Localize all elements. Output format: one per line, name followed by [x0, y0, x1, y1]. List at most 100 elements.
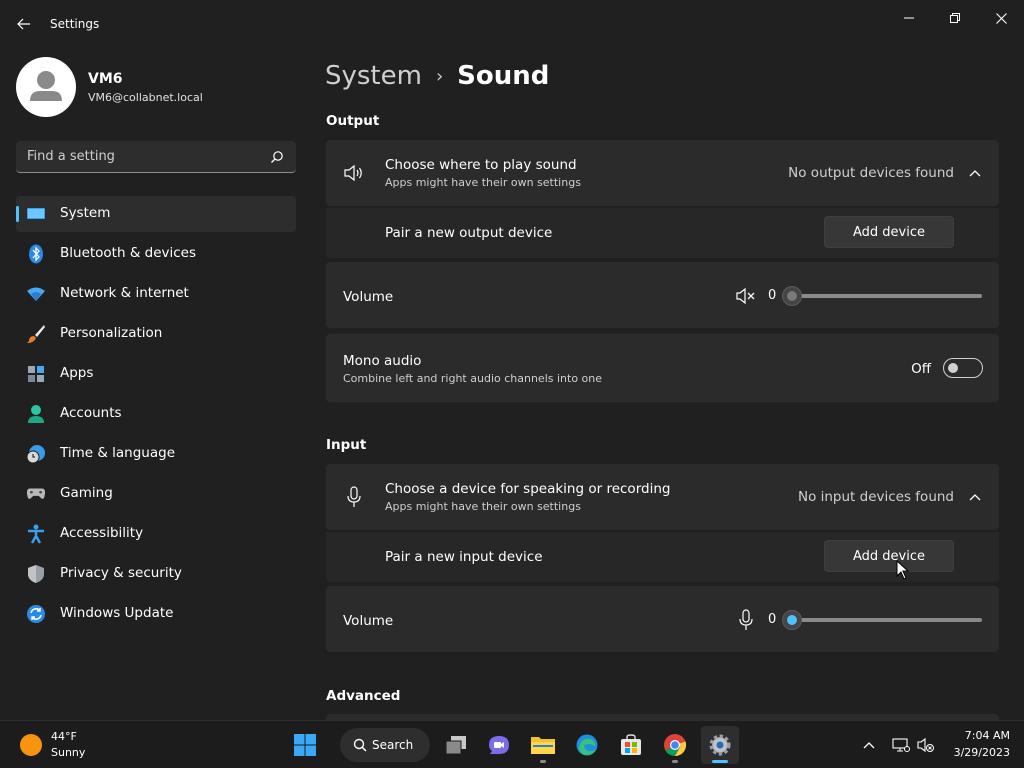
sidebar-item-label: Accessibility — [60, 525, 144, 541]
account-icon — [26, 404, 46, 424]
brush-icon — [26, 324, 46, 344]
sidebar-item-label: Bluetooth & devices — [60, 245, 197, 261]
task-view-icon — [445, 736, 466, 755]
task-view-button[interactable] — [437, 726, 475, 764]
search-icon[interactable] — [270, 150, 284, 164]
speaker-mute-icon[interactable] — [734, 284, 758, 308]
close-icon — [995, 12, 1007, 24]
sidebar-item-apps[interactable]: Apps — [16, 356, 296, 392]
sidebar-item-label: Privacy & security — [60, 565, 182, 581]
breadcrumb: System › Sound — [325, 58, 549, 94]
sidebar-item-gaming[interactable]: Gaming — [16, 476, 296, 512]
microphone-icon[interactable] — [734, 608, 758, 632]
sidebar-item-accessibility[interactable]: Accessibility — [16, 516, 296, 552]
mono-audio-title: Mono audio — [343, 353, 422, 369]
speaker-mute-icon — [917, 737, 934, 753]
output-volume-slider-thumb[interactable] — [782, 286, 802, 306]
restore-icon — [950, 13, 960, 23]
close-button[interactable] — [979, 4, 1023, 32]
running-indicator — [672, 760, 678, 763]
output-status-text: No output devices found — [788, 165, 954, 181]
pair-input-label: Pair a new input device — [385, 549, 543, 565]
folder-icon — [531, 737, 555, 754]
taskbar: 44°F Sunny Search 7:04 AM 3/29/2023 — [0, 720, 1024, 768]
input-choose-subtitle: Apps might have their own settings — [385, 500, 581, 513]
add-input-device-button[interactable]: Add device — [824, 540, 954, 572]
weather-condition[interactable]: Sunny — [51, 746, 85, 759]
speaker-icon — [342, 161, 366, 185]
file-explorer-button[interactable] — [524, 726, 562, 764]
teams-chat-button[interactable] — [480, 726, 518, 764]
input-volume-slider-track[interactable] — [792, 618, 982, 622]
chevron-up-icon — [863, 742, 875, 749]
show-hidden-icons-button[interactable] — [859, 735, 879, 755]
chrome-button[interactable] — [656, 726, 694, 764]
sidebar-item-network[interactable]: Network & internet — [16, 276, 296, 312]
sidebar-item-personalization[interactable]: Personalization — [16, 316, 296, 352]
back-arrow-icon — [17, 18, 30, 30]
sidebar-item-label: Windows Update — [60, 605, 174, 621]
wifi-icon — [26, 284, 46, 304]
input-choose-title: Choose a device for speaking or recordin… — [385, 481, 671, 497]
edge-browser-button[interactable] — [568, 726, 606, 764]
breadcrumb-parent[interactable]: System — [325, 61, 422, 91]
minimize-button[interactable] — [887, 4, 931, 32]
sidebar-item-windows-update[interactable]: Windows Update — [16, 596, 296, 632]
add-output-device-button[interactable]: Add device — [824, 216, 954, 248]
output-collapse-button[interactable] — [961, 159, 989, 187]
sidebar-item-privacy[interactable]: Privacy & security — [16, 556, 296, 592]
store-button[interactable] — [612, 726, 650, 764]
mono-audio-toggle[interactable] — [943, 358, 983, 378]
search-box[interactable] — [16, 141, 296, 173]
gear-icon — [709, 734, 731, 756]
clock-date[interactable]: 3/29/2023 — [940, 746, 1010, 759]
sidebar-item-system[interactable]: System — [16, 196, 296, 232]
taskbar-search-label: Search — [372, 738, 414, 752]
clock-time[interactable]: 7:04 AM — [950, 729, 1010, 742]
running-indicator — [712, 760, 728, 763]
sun-icon[interactable] — [20, 734, 42, 756]
microphone-icon — [342, 485, 366, 509]
output-choose-title: Choose where to play sound — [385, 157, 577, 173]
sidebar-item-label: Network & internet — [60, 285, 189, 301]
taskbar-search-button[interactable]: Search — [340, 728, 430, 762]
start-button[interactable] — [286, 726, 324, 764]
sidebar-item-bluetooth[interactable]: Bluetooth & devices — [16, 236, 296, 272]
user-icon — [30, 71, 62, 101]
mouse-cursor-icon — [896, 560, 910, 580]
store-icon — [621, 734, 641, 755]
weather-temperature[interactable]: 44°F — [51, 730, 77, 743]
chat-icon — [489, 736, 509, 754]
pair-output-row: Pair a new output device Add device — [326, 208, 999, 258]
minimize-icon — [904, 17, 914, 19]
bluetooth-icon — [26, 244, 46, 264]
network-monitor-icon — [892, 738, 910, 752]
sidebar-item-accounts[interactable]: Accounts — [16, 396, 296, 432]
output-volume-label: Volume — [343, 289, 394, 305]
settings-taskbar-button[interactable] — [701, 726, 739, 764]
search-input[interactable] — [16, 141, 266, 172]
input-collapse-button[interactable] — [961, 483, 989, 511]
sidebar-item-label: Gaming — [60, 485, 113, 501]
clock-globe-icon — [26, 444, 46, 464]
back-button[interactable] — [12, 12, 36, 36]
restore-button[interactable] — [933, 4, 977, 32]
input-device-card[interactable]: Choose a device for speaking or recordin… — [326, 464, 999, 530]
title-bar: Settings — [0, 0, 1024, 48]
sidebar-item-time-language[interactable]: Time & language — [16, 436, 296, 472]
page-title: Sound — [457, 61, 550, 91]
output-volume-slider-track[interactable] — [792, 294, 982, 298]
sidebar-item-label: Time & language — [60, 445, 176, 461]
search-icon — [353, 738, 367, 752]
gamepad-icon — [26, 484, 46, 504]
output-volume-value: 0 — [768, 288, 777, 303]
sidebar-item-label: Apps — [60, 365, 94, 381]
network-tray-button[interactable] — [891, 735, 911, 755]
system-icon — [26, 204, 46, 224]
input-volume-slider-thumb[interactable] — [782, 610, 802, 630]
sidebar-item-label: System — [60, 205, 111, 221]
avatar[interactable] — [16, 57, 76, 117]
volume-tray-button[interactable] — [916, 735, 936, 755]
chevron-up-icon — [969, 494, 981, 501]
output-device-card[interactable]: Choose where to play sound Apps might ha… — [326, 140, 999, 206]
